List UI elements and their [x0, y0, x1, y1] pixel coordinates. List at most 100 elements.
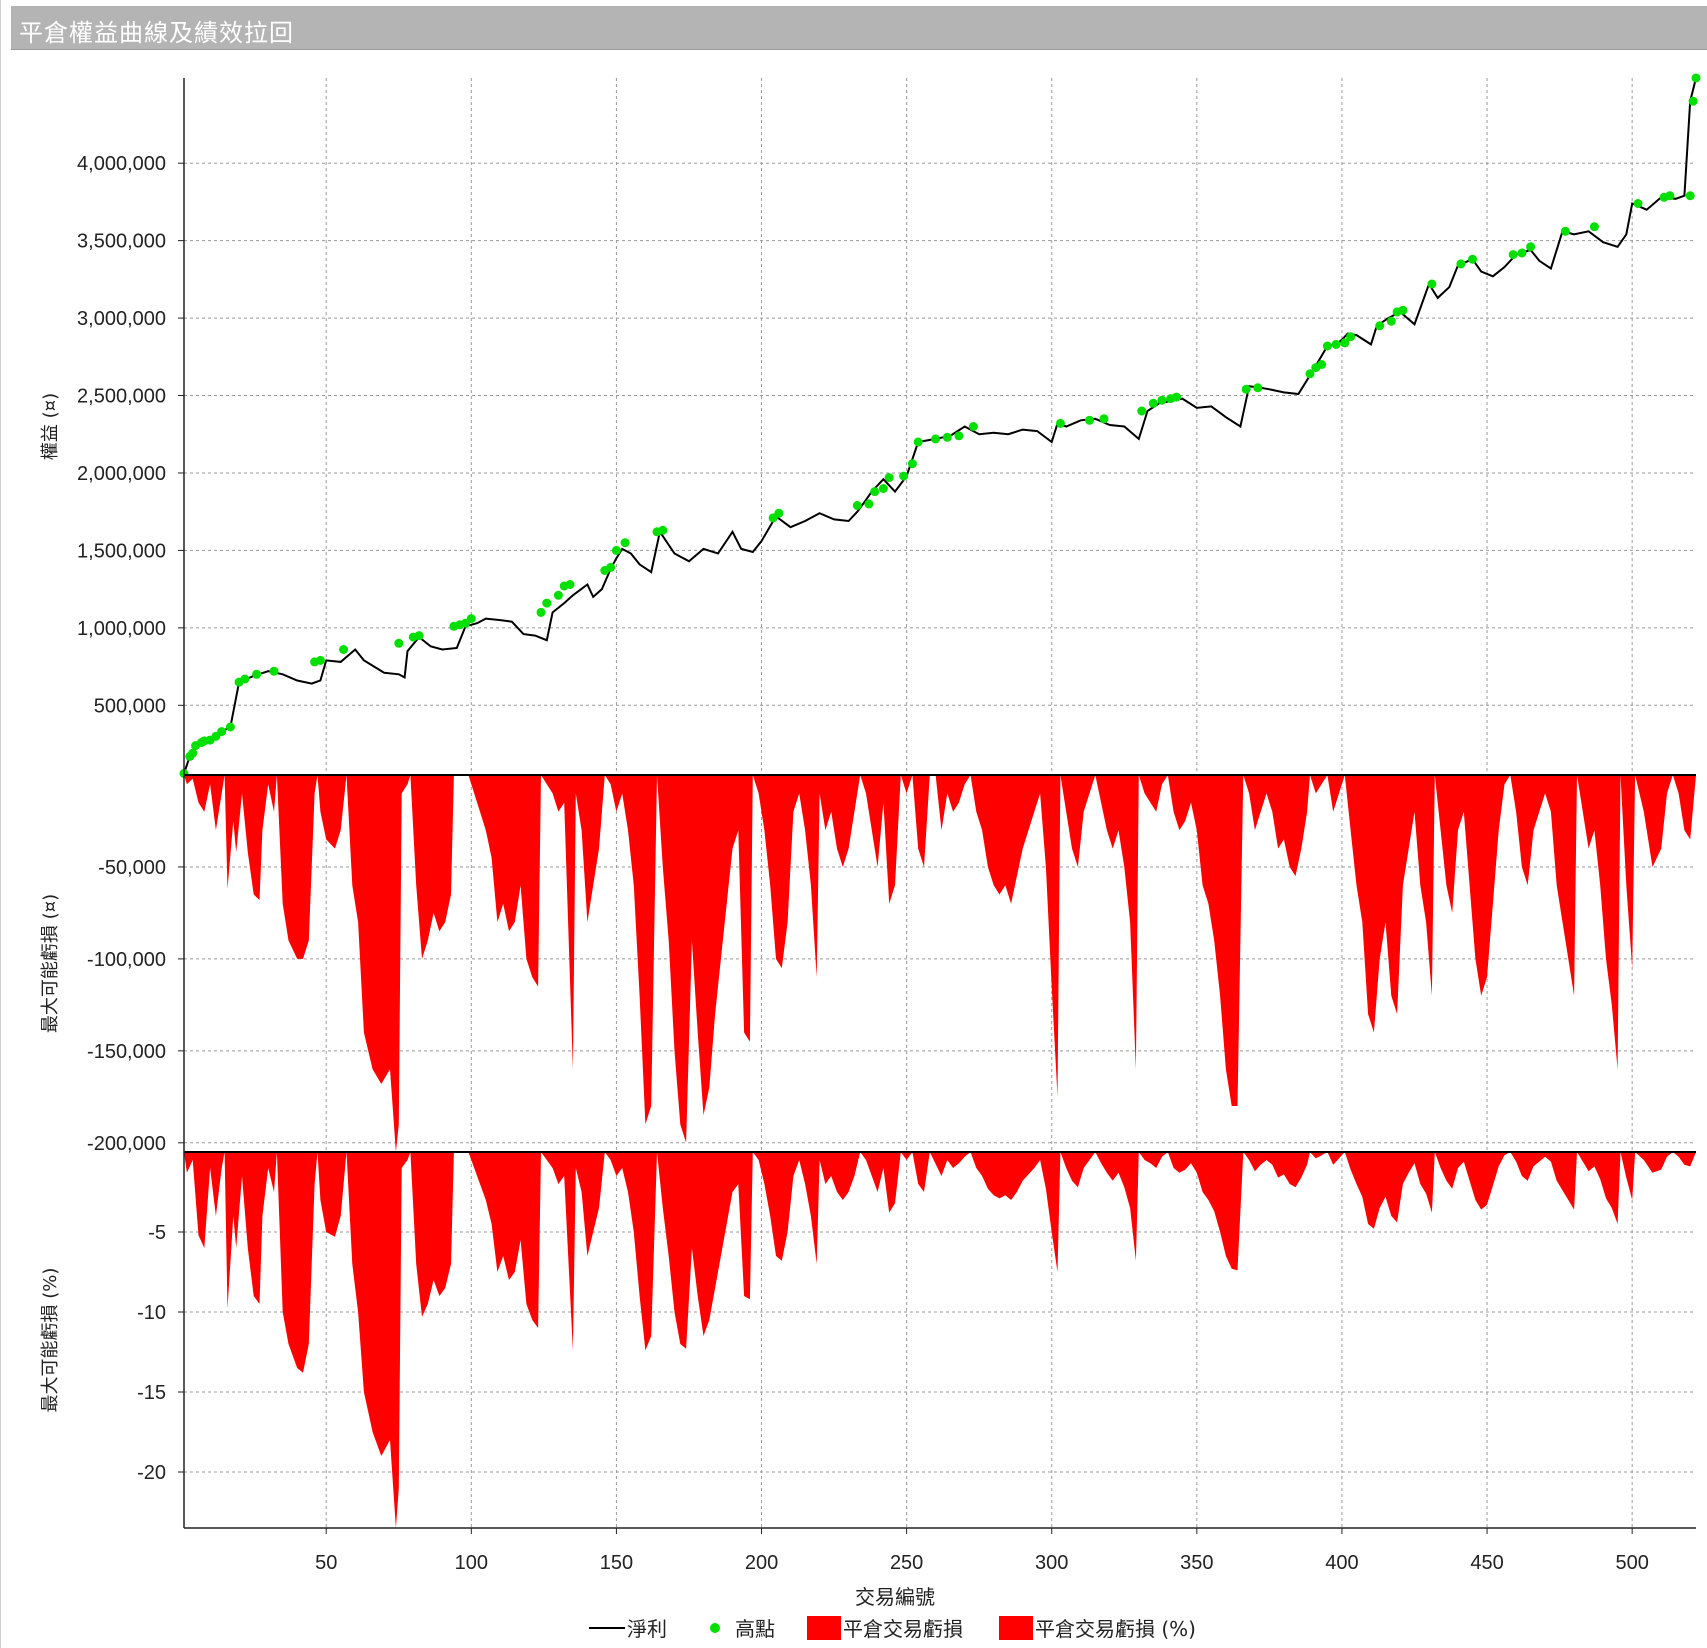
- high-point-marker: [1253, 383, 1263, 393]
- high-point-marker: [269, 666, 279, 676]
- high-point-marker: [606, 562, 616, 572]
- high-point-marker: [225, 722, 235, 732]
- legend-label: 高點: [735, 1617, 775, 1641]
- equity-ytick-label: 3,000,000: [77, 308, 166, 330]
- high-point-marker: [899, 471, 909, 481]
- high-point-marker: [315, 655, 325, 665]
- x-tick-label: 50: [315, 1552, 337, 1574]
- high-point-marker: [1386, 316, 1396, 326]
- high-point-marker: [1685, 191, 1695, 201]
- high-point-marker: [1172, 392, 1181, 402]
- high-point-marker: [1375, 321, 1385, 331]
- high-point-marker: [942, 432, 952, 442]
- equity-ytick-label: 1,000,000: [77, 618, 166, 640]
- equity-ytick-label: 2,000,000: [77, 463, 166, 485]
- high-point-marker: [1055, 418, 1065, 428]
- legend-box-icon: [999, 1616, 1033, 1640]
- high-point-marker: [658, 525, 668, 535]
- high-point-marker: [611, 545, 621, 555]
- equity-ylabel: 權益 (¤): [40, 393, 61, 460]
- drawdown_pct-ytick-label: -10: [137, 1302, 166, 1324]
- high-point-marker: [913, 437, 923, 447]
- high-point-marker: [1665, 191, 1675, 201]
- equity-ytick-label: 3,500,000: [77, 231, 166, 253]
- high-point-marker: [1148, 398, 1158, 408]
- high-point-marker: [884, 473, 894, 483]
- high-point-marker: [1241, 384, 1251, 394]
- chart-window: 平倉權益曲線及績效拉回 500,000 1,000,000 1,500,000 2,0…: [0, 0, 1707, 1648]
- high-point-marker: [1560, 226, 1570, 236]
- high-point-marker: [466, 614, 476, 624]
- drawdown_abs-ytick-label: -50,000: [98, 857, 166, 879]
- high-point-marker: [907, 459, 917, 469]
- high-point-marker: [1398, 305, 1408, 315]
- high-point-marker: [1331, 339, 1341, 349]
- high-point-marker: [1688, 96, 1698, 106]
- equity-ytick-label: 2,500,000: [77, 386, 166, 408]
- drawdown_pct-ytick-label: -15: [137, 1382, 166, 1404]
- x-tick-label: 500: [1615, 1552, 1648, 1574]
- legend-box-icon: [807, 1616, 841, 1640]
- high-point-marker: [878, 484, 888, 493]
- high-point-marker: [1085, 415, 1094, 425]
- high-point-marker: [931, 434, 941, 444]
- high-point-marker: [1691, 73, 1701, 83]
- high-point-marker: [1468, 254, 1477, 264]
- drawdown_abs-area-series: [184, 775, 1696, 1152]
- x-tick-label: 200: [745, 1552, 778, 1574]
- drawdown_abs-ytick-label: -150,000: [87, 1041, 166, 1063]
- legend-dot-icon: [710, 1623, 720, 1633]
- high-point-marker: [553, 590, 563, 600]
- x-tick-label: 450: [1470, 1552, 1503, 1574]
- high-point-marker: [1517, 248, 1527, 258]
- drawdown_abs-ytick-label: -200,000: [87, 1133, 166, 1155]
- high-point-marker: [1456, 259, 1466, 269]
- high-point-marker: [188, 748, 198, 758]
- legend-label: 平倉交易虧損: [843, 1617, 963, 1641]
- high-point-marker: [774, 508, 784, 518]
- high-point-marker: [1508, 250, 1518, 260]
- equity-drawdown-chart: 500,000 1,000,000 1,500,000 2,000,000 2,500,…: [40, 73, 1701, 1641]
- high-point-marker: [852, 501, 862, 510]
- x-tick-label: 400: [1325, 1552, 1358, 1574]
- high-point-marker: [620, 538, 630, 548]
- equity-ytick-label: 500,000: [94, 695, 166, 717]
- high-point-marker: [1346, 332, 1356, 342]
- x-tick-label: 250: [890, 1552, 923, 1574]
- high-point-marker: [394, 638, 404, 648]
- high-point-marker: [1427, 279, 1437, 289]
- high-point-marker: [542, 598, 552, 608]
- high-point-marker: [1633, 199, 1643, 208]
- high-point-marker: [339, 645, 349, 654]
- high-point-marker: [1589, 222, 1599, 232]
- high-point-marker: [536, 607, 546, 617]
- high-point-marker: [1157, 395, 1167, 405]
- x-tick-label: 300: [1035, 1552, 1068, 1574]
- equity-ytick-label: 1,500,000: [77, 540, 166, 562]
- high-point-marker: [864, 499, 874, 509]
- high-point-marker: [870, 487, 880, 497]
- high-point-marker: [1322, 341, 1332, 351]
- drawdown_pct-ytick-label: -5: [148, 1222, 166, 1244]
- high-point-marker: [968, 422, 978, 431]
- x-tick-label: 100: [455, 1552, 488, 1574]
- high-point-marker: [240, 674, 250, 684]
- high-point-marker: [217, 727, 227, 737]
- high-point-marker: [1526, 242, 1536, 252]
- x-tick-label: 150: [600, 1552, 633, 1574]
- equity-ytick-label: 4,000,000: [77, 153, 166, 175]
- high-point-marker: [954, 431, 964, 441]
- high-point-marker: [1137, 406, 1147, 416]
- drawdown_pct-ylabel: 最大可能虧損 (%): [40, 1268, 61, 1413]
- legend-label: 平倉交易虧損 (%): [1035, 1617, 1196, 1641]
- drawdown_abs-ytick-label: -100,000: [87, 949, 166, 971]
- drawdown_abs-ylabel: 最大可能虧損 (¤): [40, 894, 61, 1033]
- x-axis-label: 交易編號: [855, 1585, 935, 1609]
- high-point-marker: [1317, 360, 1327, 369]
- high-point-marker: [565, 580, 575, 589]
- high-point-marker: [1099, 414, 1109, 424]
- high-point-marker: [414, 631, 424, 641]
- legend-label: 淨利: [627, 1617, 667, 1641]
- net-profit-line: [183, 77, 1697, 774]
- x-tick-label: 350: [1180, 1552, 1213, 1574]
